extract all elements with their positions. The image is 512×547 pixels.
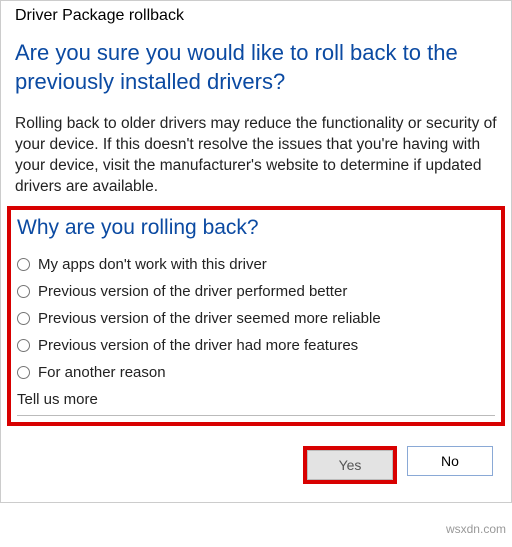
dialog-headline: Are you sure you would like to roll back…: [15, 39, 497, 96]
reason-label: For another reason: [38, 364, 166, 381]
yes-button-highlight: Yes: [303, 446, 397, 484]
tell-us-more-input-underline[interactable]: [17, 412, 495, 416]
tell-us-more-label: Tell us more: [17, 391, 495, 408]
reason-option-more-features[interactable]: Previous version of the driver had more …: [17, 337, 495, 354]
reason-heading: Why are you rolling back?: [17, 216, 495, 240]
reason-radio-more-features[interactable]: [17, 339, 30, 352]
reason-radio-apps-dont-work[interactable]: [17, 258, 30, 271]
reason-option-more-reliable[interactable]: Previous version of the driver seemed mo…: [17, 310, 495, 327]
rollback-reason-group: Why are you rolling back? My apps don't …: [7, 206, 505, 426]
reason-option-apps-dont-work[interactable]: My apps don't work with this driver: [17, 256, 495, 273]
reason-option-performed-better[interactable]: Previous version of the driver performed…: [17, 283, 495, 300]
reason-radio-another-reason[interactable]: [17, 366, 30, 379]
reason-option-another-reason[interactable]: For another reason: [17, 364, 495, 381]
dialog-body-text: Rolling back to older drivers may reduce…: [15, 114, 497, 198]
window-title: Driver Package rollback: [15, 7, 497, 25]
watermark-text: wsxdn.com: [446, 522, 506, 536]
no-button[interactable]: No: [407, 446, 493, 476]
reason-radio-performed-better[interactable]: [17, 285, 30, 298]
reason-label: My apps don't work with this driver: [38, 256, 267, 273]
dialog-window: Driver Package rollback Are you sure you…: [0, 0, 512, 503]
reason-label: Previous version of the driver seemed mo…: [38, 310, 381, 327]
reason-radio-more-reliable[interactable]: [17, 312, 30, 325]
reason-label: Previous version of the driver had more …: [38, 337, 358, 354]
reason-label: Previous version of the driver performed…: [38, 283, 347, 300]
dialog-button-row: Yes No: [15, 446, 497, 484]
yes-button[interactable]: Yes: [307, 450, 393, 480]
